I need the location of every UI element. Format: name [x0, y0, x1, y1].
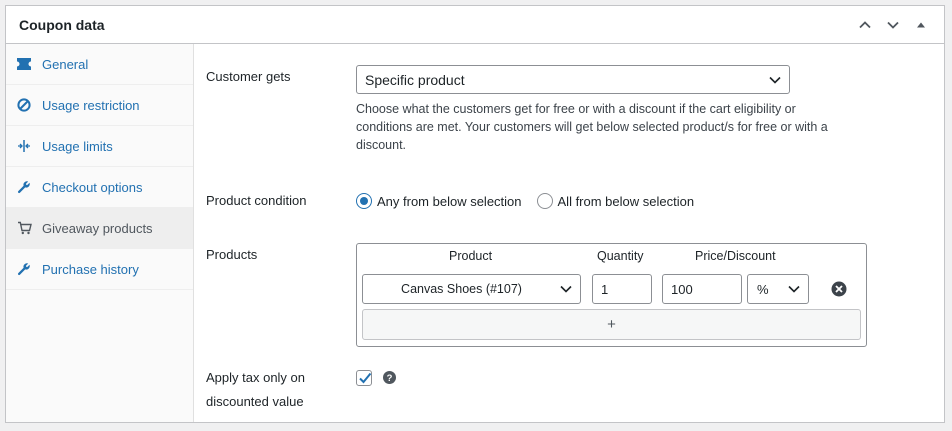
product-condition-radio-group: Any from below selection All from below …	[356, 193, 709, 209]
triangle-up-icon	[917, 22, 925, 27]
tab-content: Customer gets Specific product Choose wh…	[194, 44, 944, 422]
wrench-icon	[16, 179, 32, 195]
wrench-icon	[16, 261, 32, 277]
svg-text:?: ?	[387, 373, 393, 384]
products-table: Product Quantity Price/Discount Canvas S…	[356, 243, 867, 347]
remove-row-button[interactable]	[831, 281, 847, 297]
toggle-panel-button[interactable]	[908, 12, 934, 38]
remove-circle-icon	[831, 281, 847, 297]
tab-label: Giveaway products	[42, 220, 153, 236]
tab-label: Checkout options	[42, 179, 143, 195]
column-header-price-discount: Price/Discount	[695, 249, 776, 263]
column-header-quantity: Quantity	[597, 249, 644, 263]
tab-label: Purchase history	[42, 261, 139, 277]
move-up-button[interactable]	[852, 12, 878, 38]
add-product-row-button[interactable]: +	[362, 309, 861, 340]
header-actions	[852, 12, 934, 38]
tab-label: Usage limits	[42, 138, 113, 154]
radio-label: All from below selection	[557, 193, 695, 209]
panel-body: General Usage restriction Usage limits C…	[6, 44, 944, 422]
apply-tax-label-line2: discounted value	[206, 394, 304, 409]
quantity-input[interactable]	[592, 274, 652, 304]
apply-tax-label-line1: Apply tax only on	[206, 370, 306, 385]
checkmark-icon	[359, 372, 372, 384]
chevron-down-icon	[560, 285, 572, 293]
panel-title: Coupon data	[19, 16, 105, 33]
radio-any-selection[interactable]: Any from below selection	[356, 193, 522, 209]
block-icon	[16, 97, 32, 113]
product-condition-label: Product condition	[206, 193, 307, 208]
chevron-down-icon	[769, 76, 781, 84]
radio-label: Any from below selection	[377, 193, 522, 209]
price-discount-input[interactable]	[662, 274, 742, 304]
customer-gets-description: Choose what the customers get for free o…	[356, 102, 828, 152]
discount-unit-select[interactable]: %	[747, 274, 809, 304]
select-value: Specific product	[365, 71, 465, 88]
tab-purchase-history[interactable]: Purchase history	[6, 249, 193, 290]
tab-checkout-options[interactable]: Checkout options	[6, 167, 193, 208]
cart-icon	[16, 220, 32, 236]
chevron-down-icon	[887, 21, 899, 29]
radio-all-selection[interactable]: All from below selection	[536, 193, 695, 209]
ticket-icon	[16, 56, 32, 72]
move-down-button[interactable]	[880, 12, 906, 38]
product-select[interactable]: Canvas Shoes (#107)	[362, 274, 581, 304]
apply-tax-checkbox[interactable]	[356, 370, 372, 386]
tab-giveaway-products[interactable]: Giveaway products	[6, 208, 193, 249]
customer-gets-select[interactable]: Specific product	[356, 65, 790, 94]
product-select-value: Canvas Shoes (#107)	[401, 282, 522, 296]
help-tip-button[interactable]: ?	[383, 371, 396, 384]
tab-usage-limits[interactable]: Usage limits	[6, 126, 193, 167]
add-row-label: +	[607, 316, 616, 333]
panel-header: Coupon data	[6, 6, 944, 44]
tab-general[interactable]: General	[6, 44, 193, 85]
chevron-up-icon	[859, 20, 871, 28]
tab-label: General	[42, 56, 89, 72]
products-label: Products	[206, 247, 258, 262]
sidebar: General Usage restriction Usage limits C…	[6, 44, 194, 422]
limits-icon	[16, 138, 32, 154]
radio-button[interactable]	[536, 193, 553, 209]
unit-value: %	[757, 281, 769, 297]
radio-button-checked[interactable]	[356, 193, 372, 209]
chevron-down-icon	[788, 285, 800, 293]
tab-usage-restriction[interactable]: Usage restriction	[6, 85, 193, 126]
tab-label: Usage restriction	[42, 97, 140, 113]
customer-gets-label: Customer gets	[206, 69, 291, 84]
column-header-product: Product	[449, 249, 493, 263]
question-icon: ?	[383, 371, 396, 384]
coupon-data-panel: Coupon data General Usage restriction Us…	[5, 5, 945, 423]
